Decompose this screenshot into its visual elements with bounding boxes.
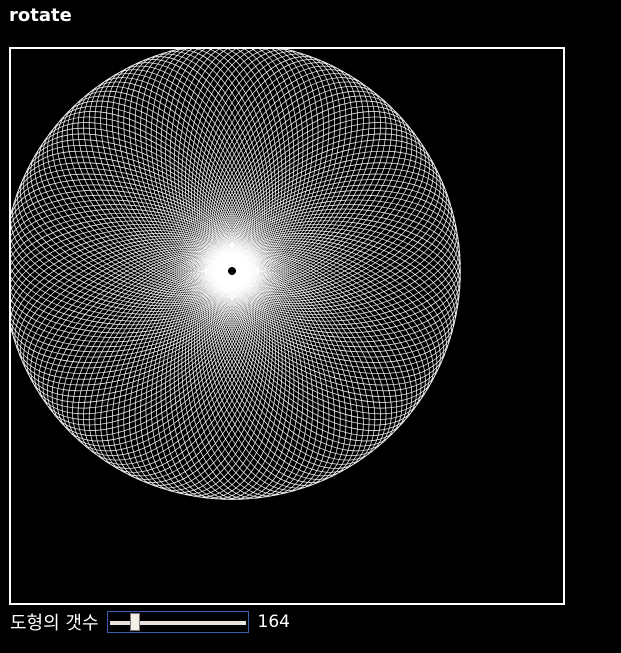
page-title: rotate: [9, 5, 72, 26]
ellipse-group: [11, 49, 461, 500]
drawing-canvas[interactable]: [9, 47, 565, 605]
shape-count-slider[interactable]: [106, 611, 249, 633]
rotated-ellipse-pattern: [11, 49, 461, 500]
slider-thumb[interactable]: [129, 613, 140, 631]
shape-count-value: 164: [257, 612, 290, 632]
shape-count-label: 도형의 갯수: [10, 613, 99, 634]
shape-count-control: 도형의 갯수 164: [10, 608, 290, 636]
